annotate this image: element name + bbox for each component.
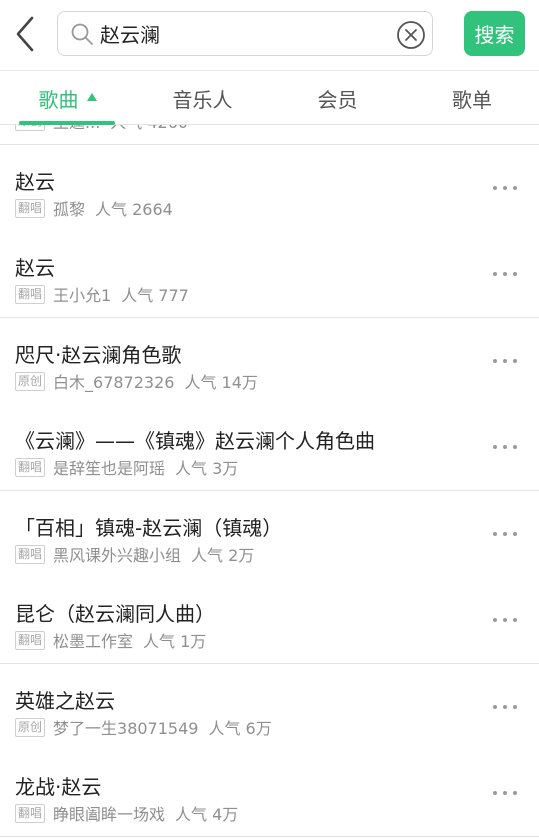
more-icon[interactable]: [492, 700, 518, 714]
tab-playlists[interactable]: 歌单: [405, 71, 539, 125]
song-author: 白木_67872326: [53, 373, 175, 392]
song-badge: 翻唱: [15, 457, 46, 477]
song-author: 黑风课外兴趣小组: [53, 546, 182, 565]
search-box[interactable]: [57, 11, 433, 56]
song-meta: 翻唱 黑风课外兴趣小组 人气 2万: [15, 544, 255, 565]
tab-members-label: 会员: [317, 87, 358, 112]
song-author: 王小允1: [53, 286, 112, 305]
song-author: 孤黎: [53, 200, 86, 219]
search-icon: [71, 23, 93, 45]
list-item[interactable]: 龙战·赵云 翻唱 睁眼阖眸一场戏 人气 4万: [0, 750, 539, 836]
tab-members[interactable]: 会员: [270, 71, 405, 125]
song-list[interactable]: 原创 王逞... 人气 4260 赵云 翻唱 孤黎 人气 2664 赵云 翻唱 …: [0, 125, 539, 838]
song-author: 睁眼阖眸一场戏: [53, 805, 166, 824]
tab-songs[interactable]: 歌曲: [0, 71, 135, 125]
list-item[interactable]: 「百相」镇魂-赵云澜（镇魂） 翻唱 黑风课外兴趣小组 人气 2万: [0, 491, 539, 577]
list-item[interactable]: 英雄之赵云 原创 梦了一生38071549 人气 6万: [0, 664, 539, 750]
song-title: 昆仑（赵云澜同人曲）: [15, 602, 215, 626]
more-icon[interactable]: [492, 440, 518, 454]
song-popularity: 人气 1万: [143, 632, 207, 651]
list-item[interactable]: 昆仑（赵云澜同人曲） 翻唱 松墨工作室 人气 1万: [0, 577, 539, 663]
tab-playlists-label: 歌单: [452, 87, 492, 112]
tab-musicians[interactable]: 音乐人: [135, 71, 270, 125]
more-icon[interactable]: [492, 527, 518, 541]
song-title: 咫尺·赵云澜角色歌: [15, 343, 182, 367]
song-meta: 翻唱 松墨工作室 人气 1万: [15, 630, 207, 651]
search-button[interactable]: 搜索: [464, 11, 525, 56]
more-icon[interactable]: [492, 786, 518, 800]
more-icon[interactable]: [492, 267, 518, 281]
song-badge: 翻唱: [15, 630, 46, 650]
clear-icon[interactable]: [396, 20, 426, 50]
song-popularity: 人气 14万: [184, 373, 258, 392]
song-badge: 翻唱: [15, 803, 46, 823]
song-popularity: 人气 2万: [191, 546, 255, 565]
tab-bar: 歌曲 音乐人 会员 歌单: [0, 70, 539, 125]
song-title: 赵云: [15, 170, 55, 194]
song-popularity: 人气 6万: [208, 719, 272, 738]
top-bar: 搜索: [0, 0, 539, 70]
list-item-partial[interactable]: 原创 王逞... 人气 4260: [0, 125, 539, 144]
back-button[interactable]: [12, 14, 42, 54]
song-meta: 翻唱 王小允1 人气 777: [15, 284, 189, 305]
song-title: 英雄之赵云: [15, 689, 115, 713]
song-title: 《云澜》——《镇魂》赵云澜个人角色曲: [15, 429, 375, 453]
song-author: 王逞...: [53, 125, 100, 133]
list-item[interactable]: 《云澜》——《镇魂》赵云澜个人角色曲 翻唱 是辞笙也是阿瑶 人气 3万: [0, 404, 539, 490]
tab-musicians-label: 音乐人: [172, 87, 233, 112]
more-icon[interactable]: [492, 181, 518, 195]
tab-songs-label: 歌曲: [38, 87, 79, 112]
song-badge: 原创: [15, 371, 46, 391]
more-icon[interactable]: [492, 354, 518, 368]
song-author: 松墨工作室: [53, 632, 134, 651]
song-author: 梦了一生38071549: [53, 719, 199, 738]
song-popularity: 人气 4260: [110, 125, 188, 133]
song-badge: 翻唱: [15, 198, 46, 218]
song-badge: 翻唱: [15, 284, 46, 304]
song-popularity: 人气 3万: [175, 459, 239, 478]
divider: [0, 836, 539, 837]
song-badge: 原创: [15, 125, 46, 131]
list-item[interactable]: 咫尺·赵云澜角色歌 原创 白木_67872326 人气 14万: [0, 318, 539, 404]
sort-up-icon: [86, 93, 97, 101]
more-icon[interactable]: [492, 613, 518, 627]
song-title: 赵云: [15, 256, 55, 280]
list-item[interactable]: 赵云 翻唱 王小允1 人气 777: [0, 231, 539, 317]
song-meta: 原创 白木_67872326 人气 14万: [15, 371, 258, 392]
song-meta: 翻唱 是辞笙也是阿瑶 人气 3万: [15, 457, 239, 478]
song-author: 是辞笙也是阿瑶: [53, 459, 166, 478]
song-meta: 翻唱 睁眼阖眸一场戏 人气 4万: [15, 803, 239, 824]
song-popularity: 人气 777: [121, 286, 189, 305]
song-popularity: 人气 2664: [95, 200, 173, 219]
song-meta: 原创 梦了一生38071549 人气 6万: [15, 717, 272, 738]
song-title: 龙战·赵云: [15, 775, 102, 799]
song-badge: 原创: [15, 717, 46, 737]
song-badge: 翻唱: [15, 544, 46, 564]
song-title: 「百相」镇魂-赵云澜（镇魂）: [15, 516, 283, 540]
chevron-left-icon: [16, 16, 34, 52]
list-item[interactable]: 赵云 翻唱 孤黎 人气 2664: [0, 145, 539, 231]
song-meta: 原创 王逞... 人气 4260: [15, 125, 188, 133]
song-popularity: 人气 4万: [175, 805, 239, 824]
song-meta: 翻唱 孤黎 人气 2664: [15, 198, 173, 219]
search-input[interactable]: [100, 18, 390, 48]
